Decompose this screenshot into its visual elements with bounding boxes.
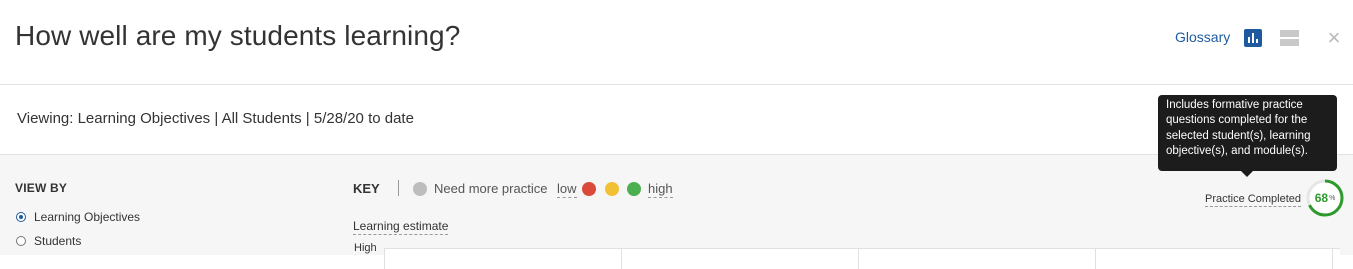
high-dot — [627, 182, 641, 196]
viewing-summary: Viewing: Learning Objectives | All Stude… — [17, 110, 414, 127]
radio-checked-icon[interactable] — [16, 212, 26, 222]
bar-chart-icon[interactable] — [1244, 29, 1262, 47]
tooltip-arrow — [1241, 171, 1253, 177]
chart-area — [384, 248, 1340, 269]
grid-line — [621, 249, 622, 269]
grid-line — [1332, 249, 1333, 269]
view-by-students[interactable]: Students — [16, 234, 81, 248]
grid-line — [1095, 249, 1096, 269]
tooltip-line: questions completed for the — [1166, 114, 1308, 127]
practice-percent: 68% — [1305, 178, 1345, 218]
practice-percent-value: 68 — [1314, 191, 1329, 205]
y-axis-high-label: High — [354, 242, 377, 254]
header: How well are my students learning? Gloss… — [0, 0, 1353, 85]
practice-tooltip: Includes formative practice questions co… — [1158, 95, 1337, 171]
tooltip-line: selected student(s), learning — [1166, 129, 1311, 142]
glossary-link[interactable]: Glossary — [1175, 29, 1230, 45]
grid-line — [858, 249, 859, 269]
radio-label: Learning Objectives — [34, 210, 141, 224]
mid-dot — [605, 182, 619, 196]
need-more-practice-label: Need more practice — [434, 181, 548, 196]
tooltip-line: objective(s), and module(s). — [1166, 144, 1308, 157]
tooltip-line: Includes formative practice — [1166, 99, 1303, 111]
key-title: KEY — [353, 181, 380, 196]
view-by-title: VIEW BY — [15, 181, 68, 195]
close-icon[interactable]: × — [1326, 27, 1342, 49]
low-label: low — [557, 181, 577, 198]
practice-percent-unit: % — [1329, 194, 1336, 202]
table-icon[interactable] — [1280, 30, 1299, 46]
learning-estimate-label: Learning estimate — [353, 219, 449, 235]
content-panel: VIEW BY Learning Objectives Students KEY… — [0, 155, 1353, 269]
need-more-practice-dot — [413, 182, 427, 196]
radio-label: Students — [34, 234, 82, 248]
page-title: How well are my students learning? — [15, 20, 461, 51]
viewing-bar: Viewing: Learning Objectives | All Stude… — [0, 85, 1353, 155]
practice-completed-label[interactable]: Practice Completed — [1205, 193, 1301, 207]
view-by-learning-objectives[interactable]: Learning Objectives — [16, 210, 140, 224]
low-dot — [582, 182, 596, 196]
key-divider — [398, 180, 399, 196]
radio-unchecked-icon[interactable] — [16, 236, 26, 246]
high-label: high — [648, 181, 673, 198]
